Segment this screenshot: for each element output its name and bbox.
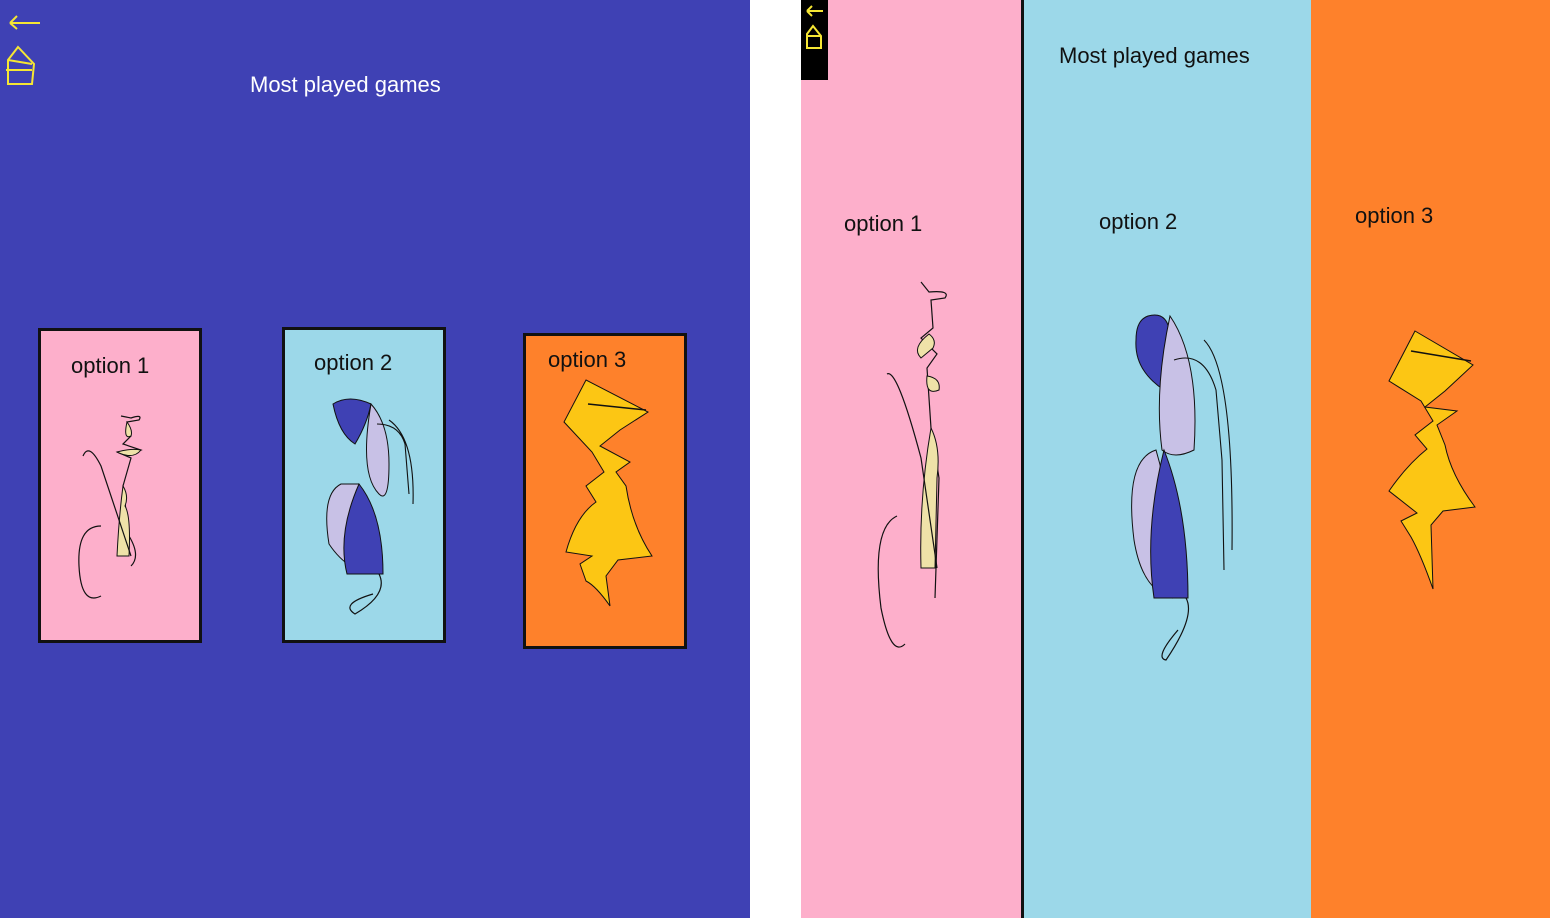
abstract-art bbox=[1131, 314, 1233, 661]
option-1-column[interactable]: option 1 bbox=[801, 0, 1021, 918]
option-2-column[interactable]: Most played games option 2 bbox=[1021, 0, 1314, 918]
option-2-label: option 2 bbox=[1099, 209, 1178, 234]
flame-art bbox=[1388, 330, 1476, 590]
abstract-art bbox=[326, 398, 414, 615]
home-icon[interactable] bbox=[803, 22, 825, 50]
back-arrow-icon[interactable] bbox=[803, 4, 825, 20]
left-screen: Most played games option 1 option 2 opti… bbox=[0, 0, 750, 918]
option-2-card[interactable]: option 2 bbox=[282, 327, 446, 643]
page-title: Most played games bbox=[250, 72, 441, 97]
flame-art bbox=[563, 379, 653, 607]
option-1-card[interactable]: option 1 bbox=[38, 328, 202, 643]
option-1-label: option 1 bbox=[844, 211, 923, 236]
option-3-label: option 3 bbox=[1355, 203, 1434, 228]
home-icon[interactable] bbox=[2, 44, 40, 88]
nav-bar bbox=[801, 0, 828, 80]
option-3-label: option 3 bbox=[548, 347, 627, 372]
page-title: Most played games bbox=[1059, 43, 1250, 68]
scribble-art bbox=[78, 415, 143, 599]
option-3-column[interactable]: option 3 bbox=[1311, 0, 1550, 918]
option-1-label: option 1 bbox=[71, 353, 150, 378]
option-3-card[interactable]: option 3 bbox=[523, 333, 687, 649]
scribble-art bbox=[877, 281, 947, 648]
right-screen: option 1 Most played games option 2 opti… bbox=[801, 0, 1550, 918]
option-2-label: option 2 bbox=[314, 350, 393, 375]
back-arrow-icon[interactable] bbox=[4, 10, 44, 38]
